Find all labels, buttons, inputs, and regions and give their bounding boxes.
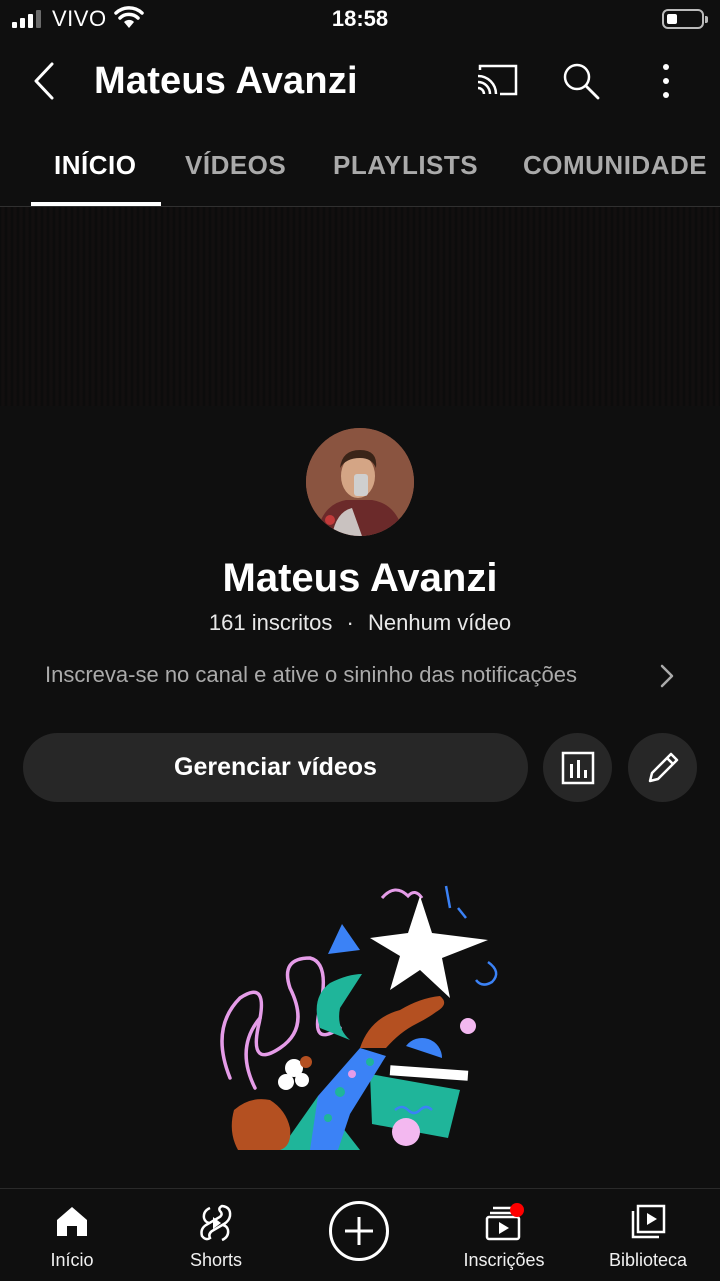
status-time: 18:58 <box>331 6 389 31</box>
empty-channel-illustration <box>220 885 498 1150</box>
edit-pencil-icon <box>648 752 678 782</box>
battery-icon <box>662 9 708 29</box>
channel-banner <box>0 207 720 406</box>
tab-videos[interactable]: VÍDEOS <box>185 150 286 181</box>
nav-shorts[interactable]: Shorts <box>144 1189 288 1281</box>
more-vert-icon[interactable] <box>652 60 680 102</box>
nav-subscriptions[interactable]: Inscrições <box>432 1189 576 1281</box>
nav-home[interactable]: Início <box>0 1189 144 1281</box>
nav-label-home: Início <box>50 1250 94 1270</box>
channel-name: Mateus Avanzi <box>222 556 498 600</box>
separator-dot: · <box>346 610 354 635</box>
subscriptions-icon <box>485 1203 524 1241</box>
nav-label-library: Biblioteca <box>608 1250 688 1270</box>
back-arrow-icon[interactable] <box>26 58 66 104</box>
nav-label-shorts: Shorts <box>189 1250 243 1270</box>
search-icon[interactable] <box>560 60 602 102</box>
shorts-icon <box>200 1204 232 1242</box>
nav-label-subscriptions: Inscrições <box>463 1250 545 1270</box>
create-plus-icon <box>345 1217 373 1245</box>
chevron-right-icon[interactable] <box>656 662 678 690</box>
active-tab-indicator <box>31 202 161 206</box>
channel-description[interactable]: Inscreva-se no canal e ative o sininho d… <box>45 662 577 688</box>
channel-tabs: INÍCIO VÍDEOS PLAYLISTS COMUNIDADE <box>0 132 720 207</box>
video-count: Nenhum vídeo <box>368 610 512 635</box>
status-bar: VIVO 18:58 <box>0 0 720 40</box>
edit-channel-button[interactable] <box>628 733 697 802</box>
cast-icon[interactable] <box>474 62 520 98</box>
notification-dot <box>510 1203 524 1217</box>
create-button[interactable] <box>329 1201 389 1261</box>
manage-videos-button[interactable]: Gerenciar vídeos <box>23 733 528 802</box>
channel-stats: 161 inscritos · Nenhum vídeo <box>0 610 720 636</box>
channel-avatar[interactable] <box>306 428 414 536</box>
subscriber-count: 161 inscritos <box>208 610 333 635</box>
tab-inicio[interactable]: INÍCIO <box>54 150 136 181</box>
tab-playlists[interactable]: PLAYLISTS <box>333 150 478 181</box>
bottom-navigation: Início Shorts Inscrições Biblioteca <box>0 1188 720 1281</box>
home-icon <box>57 1207 87 1236</box>
nav-library[interactable]: Biblioteca <box>576 1189 720 1281</box>
analytics-button[interactable] <box>543 733 612 802</box>
tab-comunidade[interactable]: COMUNIDADE <box>523 150 707 181</box>
analytics-icon <box>561 751 594 784</box>
library-icon <box>631 1204 666 1239</box>
page-title: Mateus Avanzi <box>94 60 358 102</box>
